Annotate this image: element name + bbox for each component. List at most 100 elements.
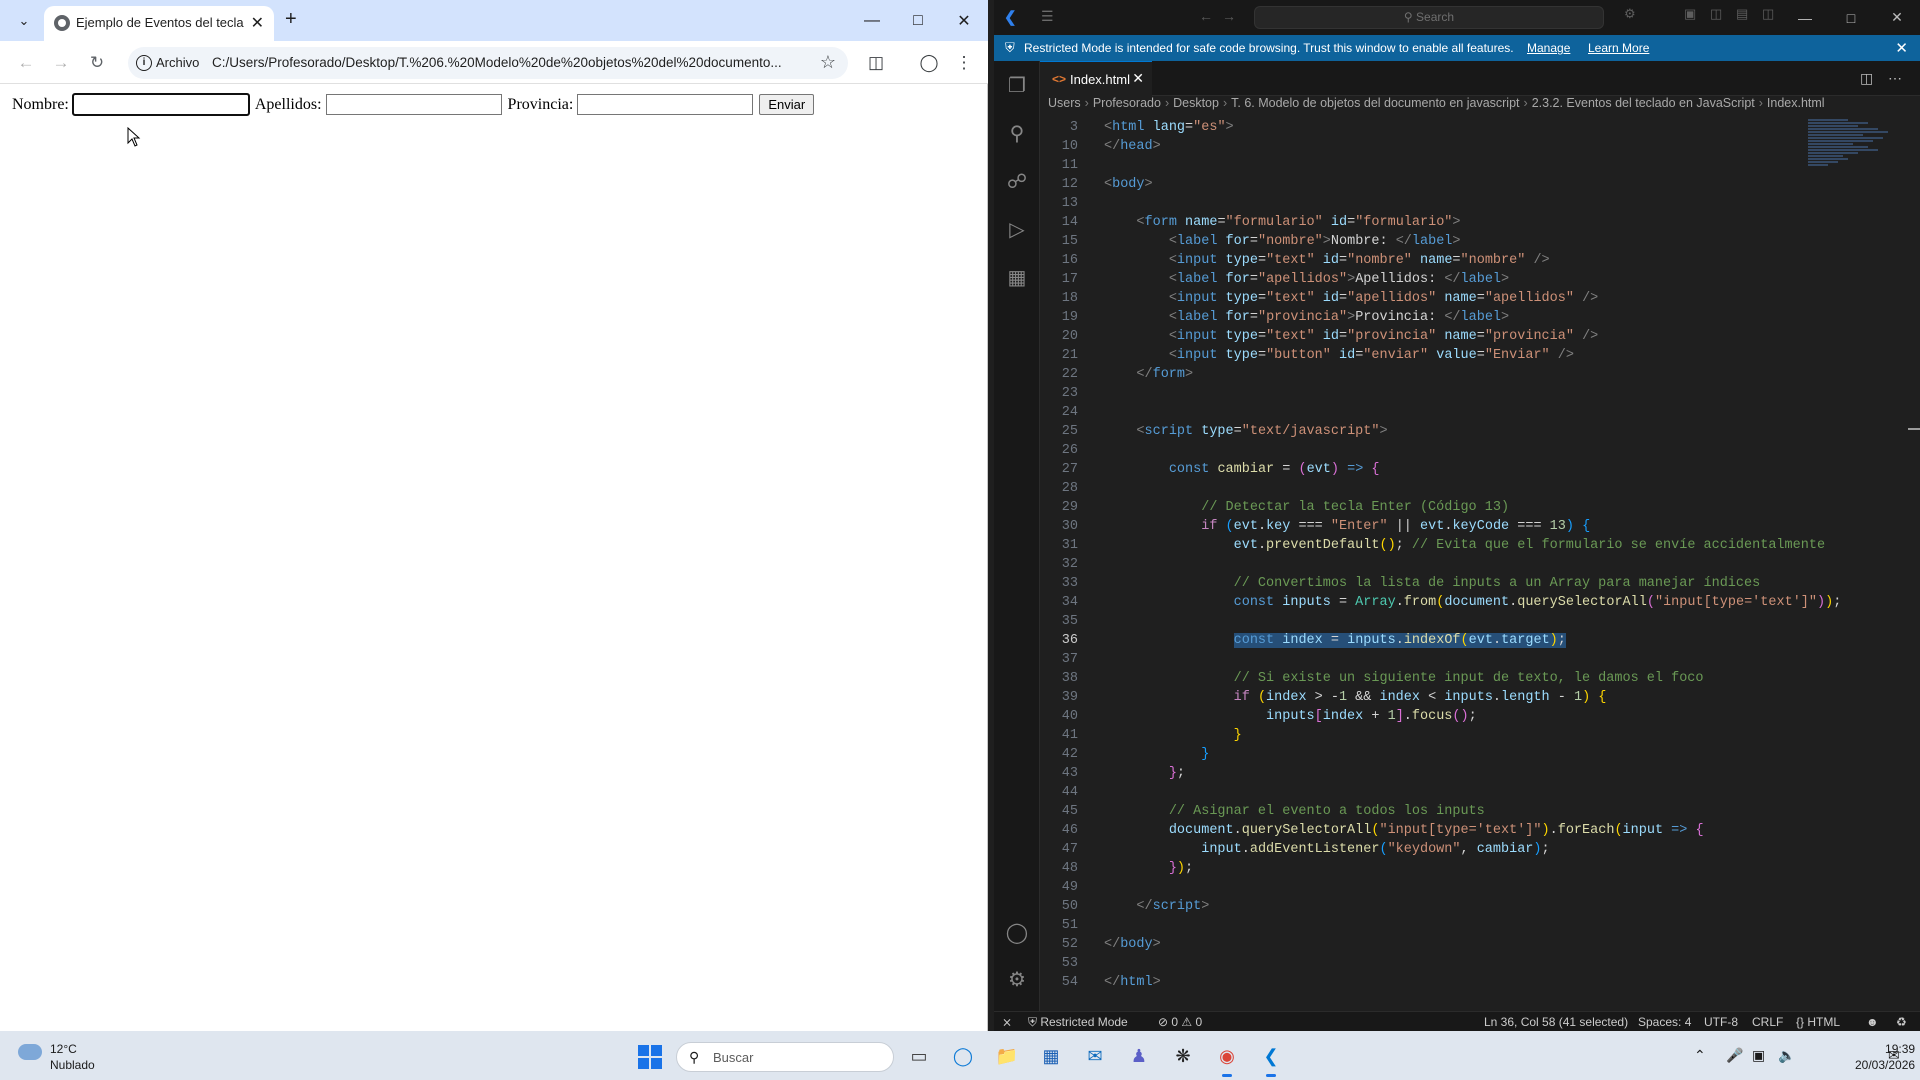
code-line[interactable]: 22 </form>: [1040, 365, 1900, 384]
learn-more-link[interactable]: Learn More: [1588, 41, 1649, 55]
indentation[interactable]: Spaces: 4: [1638, 1015, 1691, 1029]
code-line[interactable]: 3 <html lang="es">: [1040, 118, 1900, 137]
microsoft-store-icon[interactable]: ▦: [1037, 1042, 1065, 1070]
code-line[interactable]: 13: [1040, 194, 1900, 213]
vscode-taskbar-icon[interactable]: ❮: [1257, 1042, 1285, 1077]
new-tab-plus-icon[interactable]: +: [285, 8, 297, 31]
extensions-icon[interactable]: ▦: [1003, 263, 1031, 291]
chrome-icon[interactable]: ◉: [1213, 1042, 1241, 1077]
restricted-mode-status[interactable]: ⛨ Restricted Mode: [1028, 1015, 1128, 1030]
browser-tab[interactable]: Ejemplo de Eventos del teclado ✕: [44, 6, 274, 41]
edge-browser-icon[interactable]: ◯: [949, 1042, 977, 1070]
code-line[interactable]: 15 <label for="nombre">Nombre: </label>: [1040, 232, 1900, 251]
code-line[interactable]: 49: [1040, 878, 1900, 897]
accounts-icon[interactable]: ◯: [1003, 918, 1031, 946]
code-line[interactable]: 42 }: [1040, 745, 1900, 764]
nav-back-icon[interactable]: ←: [1199, 8, 1213, 24]
temperature[interactable]: 12°C: [50, 1042, 77, 1056]
banner-close-icon[interactable]: ✕: [1895, 39, 1908, 57]
apellidos-input[interactable]: [325, 94, 502, 115]
more-actions-icon[interactable]: ⋯: [1888, 70, 1902, 87]
code-line[interactable]: 17 <label for="apellidos">Apellidos: </l…: [1040, 270, 1900, 289]
code-line[interactable]: 27 const cambiar = (evt) => {: [1040, 460, 1900, 479]
windows-start-icon[interactable]: [638, 1045, 662, 1069]
vscode-close-icon[interactable]: ✕: [1874, 0, 1920, 35]
split-editor-icon[interactable]: ◫: [1860, 70, 1873, 87]
code-line[interactable]: 45 // Asignar el evento a todos los inpu…: [1040, 802, 1900, 821]
code-line[interactable]: 41 }: [1040, 726, 1900, 745]
provincia-input[interactable]: [577, 94, 754, 115]
code-line[interactable]: 24: [1040, 403, 1900, 422]
breadcrumb-item[interactable]: T. 6. Modelo de objetos del documento en…: [1231, 96, 1519, 110]
volume-icon[interactable]: 🔈: [1778, 1047, 1795, 1064]
address-bar[interactable]: i Archivo C:/Users/Profesorado/Desktop/T…: [128, 47, 848, 79]
manage-link[interactable]: Manage: [1527, 41, 1570, 55]
reload-icon[interactable]: ↻: [85, 51, 109, 75]
notifications-icon[interactable]: ✉: [1888, 1047, 1900, 1064]
network-icon[interactable]: ▣: [1752, 1047, 1765, 1064]
scrollbar-indicator[interactable]: [1908, 428, 1920, 430]
code-line[interactable]: 12 <body>: [1040, 175, 1900, 194]
code-line[interactable]: 43 };: [1040, 764, 1900, 783]
code-line[interactable]: 25 <script type="text/javascript">: [1040, 422, 1900, 441]
code-line[interactable]: 20 <input type="text" id="provincia" nam…: [1040, 327, 1900, 346]
outlook-icon[interactable]: ✉: [1081, 1042, 1109, 1070]
code-line[interactable]: 21 <input type="button" id="enviar" valu…: [1040, 346, 1900, 365]
vscode-minimize-icon[interactable]: —: [1782, 0, 1828, 35]
code-line[interactable]: 37: [1040, 650, 1900, 669]
extensions-puzzle-icon[interactable]: ◫: [864, 51, 888, 75]
enviar-button[interactable]: Enviar: [759, 94, 815, 115]
taskbar-search[interactable]: ⚲ Buscar: [676, 1042, 894, 1072]
tab-search-chevron-icon[interactable]: ⌄: [12, 9, 36, 33]
breadcrumb-item[interactable]: Profesorado: [1093, 96, 1161, 110]
code-editor[interactable]: 3 <html lang="es"> 10 </head> 11 12 <body> 13 14…: [1040, 118, 1920, 1011]
encoding[interactable]: UTF-8: [1704, 1015, 1738, 1029]
bookmark-star-icon[interactable]: ☆: [820, 52, 836, 73]
chatgpt-app-icon[interactable]: ❋: [1169, 1042, 1197, 1070]
code-line[interactable]: 31 evt.preventDefault(); // Evita que el…: [1040, 536, 1900, 555]
file-explorer-icon[interactable]: 📁: [993, 1042, 1021, 1070]
code-line[interactable]: 36 const index = inputs.indexOf(evt.targ…: [1040, 631, 1900, 650]
clock[interactable]: 19:39 20/03/2026: [1855, 1041, 1915, 1073]
minimize-icon[interactable]: —: [849, 0, 895, 41]
code-line[interactable]: 18 <input type="text" id="apellidos" nam…: [1040, 289, 1900, 308]
remote-icon[interactable]: ⨯: [994, 1012, 1020, 1032]
profile-avatar-icon[interactable]: ◯: [917, 51, 941, 75]
code-line[interactable]: 11: [1040, 156, 1900, 175]
code-line[interactable]: 40 inputs[index + 1].focus();: [1040, 707, 1900, 726]
tab-close-icon[interactable]: ✕: [1132, 70, 1144, 87]
code-line[interactable]: 48 });: [1040, 859, 1900, 878]
hamburger-menu-icon[interactable]: ☰: [1041, 8, 1054, 25]
problems-status[interactable]: ⊘ 0 ⚠ 0: [1158, 1015, 1202, 1029]
code-line[interactable]: 32: [1040, 555, 1900, 574]
cloud-icon[interactable]: [18, 1044, 42, 1060]
toggle-sidebar-icon[interactable]: ◫: [1710, 6, 1722, 22]
url-text[interactable]: C:/Users/Profesorado/Desktop/T.%206.%20M…: [212, 55, 802, 70]
code-line[interactable]: 35: [1040, 612, 1900, 631]
source-control-icon[interactable]: ☍: [1003, 167, 1031, 195]
code-line[interactable]: 47 input.addEventListener("keydown", cam…: [1040, 840, 1900, 859]
weather-condition[interactable]: Nublado: [50, 1058, 95, 1072]
command-center-search[interactable]: ⚲ Search: [1254, 6, 1604, 29]
code-line[interactable]: 28: [1040, 479, 1900, 498]
maximize-icon[interactable]: □: [895, 0, 941, 41]
chrome-menu-icon[interactable]: ⋮: [952, 51, 976, 75]
cursor-position[interactable]: Ln 36, Col 58 (41 selected): [1484, 1015, 1628, 1029]
nombre-input[interactable]: [71, 93, 250, 116]
toggle-secondary-sidebar-icon[interactable]: ◫: [1762, 6, 1774, 22]
show-hidden-icons-chevron-icon[interactable]: ⌃: [1694, 1047, 1706, 1064]
code-line[interactable]: 16 <input type="text" id="nombre" name="…: [1040, 251, 1900, 270]
notifications-bell-icon[interactable]: ♻: [1896, 1015, 1907, 1029]
tab-index-html[interactable]: <> Index.html ✕: [1040, 61, 1152, 96]
code-line[interactable]: 54 </html>: [1040, 973, 1900, 992]
breadcrumb-item[interactable]: Index.html: [1767, 96, 1825, 110]
forward-arrow-icon[interactable]: →: [49, 51, 73, 75]
breadcrumb-item[interactable]: Users: [1048, 96, 1081, 110]
tab-close-icon[interactable]: ✕: [251, 13, 264, 33]
code-line[interactable]: 33 // Convertimos la lista de inputs a u…: [1040, 574, 1900, 593]
code-line[interactable]: 46 document.querySelectorAll("input[type…: [1040, 821, 1900, 840]
microphone-icon[interactable]: 🎤: [1726, 1047, 1743, 1064]
explorer-files-icon[interactable]: ❐: [1003, 71, 1031, 99]
code-line[interactable]: 30 if (evt.key === "Enter" || evt.keyCod…: [1040, 517, 1900, 536]
code-line[interactable]: 34 const inputs = Array.from(document.qu…: [1040, 593, 1900, 612]
